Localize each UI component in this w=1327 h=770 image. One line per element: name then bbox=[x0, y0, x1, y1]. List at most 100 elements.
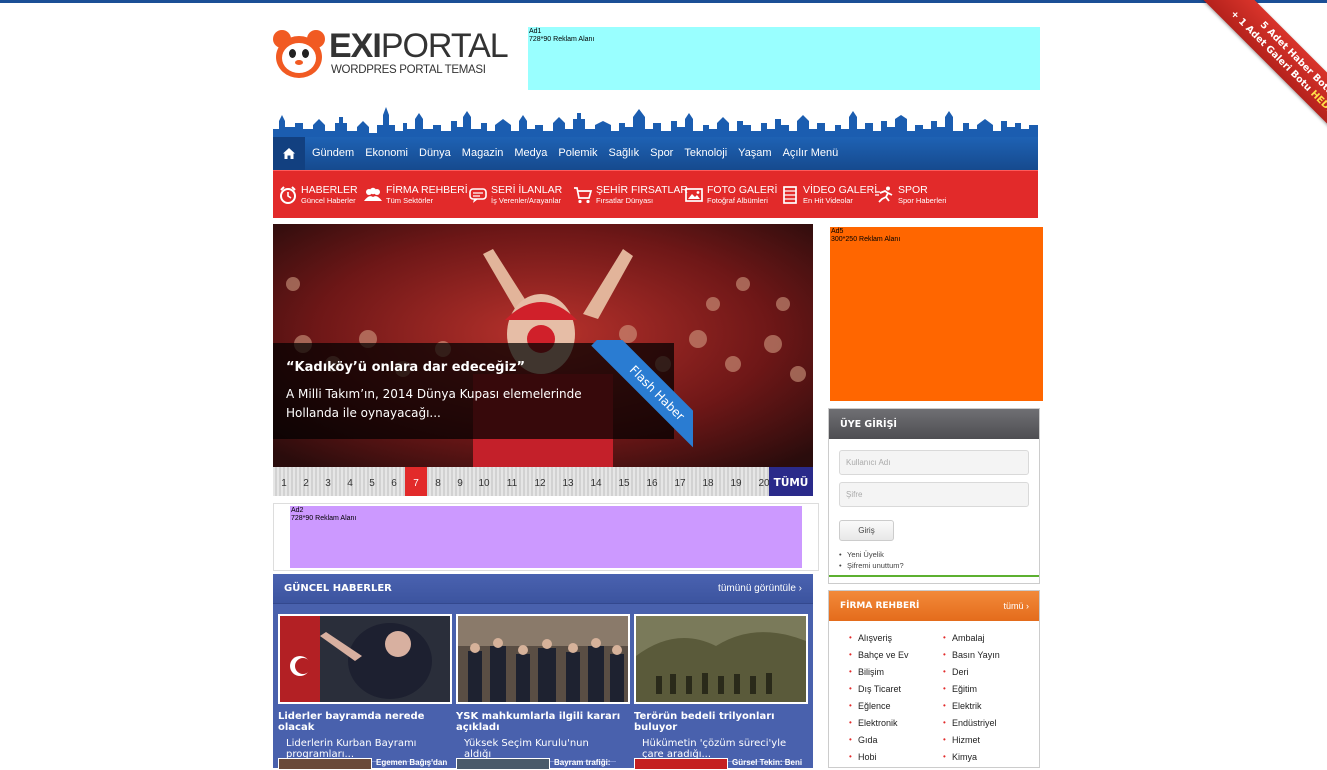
category-title: FİRMA REHBERİ bbox=[386, 184, 468, 196]
register-link[interactable]: Yeni Üyelik bbox=[839, 550, 884, 559]
category-seri-ilanlar[interactable]: SERİ İLANLAR İş Verenler/Arayanlar bbox=[468, 171, 562, 219]
login-button[interactable]: Giriş bbox=[839, 520, 894, 541]
category-spor[interactable]: SPOR Spor Haberleri bbox=[875, 171, 946, 219]
category-sub: Spor Haberleri bbox=[898, 196, 947, 205]
page-13[interactable]: 13 bbox=[557, 467, 579, 496]
nav-item-gundem[interactable]: Gündem bbox=[312, 137, 354, 170]
page-16[interactable]: 16 bbox=[641, 467, 663, 496]
directory-item[interactable]: Eğlence bbox=[849, 701, 890, 711]
directory-item[interactable]: Elektronik bbox=[849, 718, 897, 728]
page-17[interactable]: 17 bbox=[669, 467, 691, 496]
mini-news-item[interactable]: Egemen Bağış'dan bbox=[278, 758, 452, 770]
directory-item[interactable]: Gıda bbox=[849, 735, 877, 745]
page-4[interactable]: 4 bbox=[339, 467, 361, 496]
category-title: SERİ İLANLAR bbox=[491, 184, 563, 196]
page-14[interactable]: 14 bbox=[585, 467, 607, 496]
nav-item-acilir-menu[interactable]: Açılır Menü bbox=[783, 137, 839, 170]
page-3[interactable]: 3 bbox=[317, 467, 339, 496]
directory-item[interactable]: Bahçe ve Ev bbox=[849, 650, 908, 660]
news-card-title: Terörün bedeli trilyonları buluyor bbox=[634, 711, 775, 733]
promo-ribbon-band: 5 Adet Haber Botu + 1 Adet Galeri Botu H… bbox=[1201, 0, 1327, 154]
news-card[interactable]: Terörün bedeli trilyonları buluyor Hüküm… bbox=[634, 614, 808, 762]
nav-menu: Gündem Ekonomi Dünya Magazin Medya Polem… bbox=[312, 137, 849, 170]
news-card[interactable]: YSK mahkumlarla ilgili kararı açıkladı Y… bbox=[456, 614, 630, 762]
ad-name: Ad5 bbox=[831, 228, 844, 235]
main-navigation: Gündem Ekonomi Dünya Magazin Medya Polem… bbox=[273, 137, 1038, 170]
all-slides-button[interactable]: TÜMÜ bbox=[769, 467, 813, 496]
category-title: FOTO GALERİ bbox=[707, 184, 778, 196]
promo-corner-ribbon[interactable]: 5 Adet Haber Botu + 1 Adet Galeri Botu H… bbox=[1167, 0, 1327, 160]
photo-icon bbox=[685, 188, 703, 202]
category-video-galeri[interactable]: VİDEO GALERİ En Hit Videolar bbox=[780, 171, 877, 219]
directory-item[interactable]: Ambalaj bbox=[943, 633, 984, 643]
page-5[interactable]: 5 bbox=[361, 467, 383, 496]
directory-item[interactable]: Dış Ticaret bbox=[849, 684, 901, 694]
nav-item-dunya[interactable]: Dünya bbox=[419, 137, 451, 170]
mini-news-image bbox=[278, 758, 372, 770]
page-2[interactable]: 2 bbox=[295, 467, 317, 496]
mini-news-title: Bayram trafiği: bbox=[554, 758, 611, 767]
news-card[interactable]: Liderler bayramda nerede olacak Liderler… bbox=[278, 614, 452, 762]
home-button[interactable] bbox=[273, 137, 305, 170]
speech-bubble-icon bbox=[469, 188, 487, 203]
nav-item-polemik[interactable]: Polemik bbox=[558, 137, 597, 170]
flash-haber-ribbon: Flash Haber bbox=[573, 340, 693, 460]
nav-item-medya[interactable]: Medya bbox=[514, 137, 547, 170]
password-input[interactable]: Şifre bbox=[839, 482, 1029, 507]
ad-banner-middle[interactable]: Ad2 728*90 Reklam Alanı bbox=[290, 506, 802, 568]
category-sehir-firsatlar[interactable]: ŞEHİR FIRSATLAR Fırsatlar Dünyası bbox=[573, 171, 688, 219]
mini-news-item[interactable]: Gürsel Tekin: Beni bbox=[634, 758, 808, 770]
page-9[interactable]: 9 bbox=[449, 467, 471, 496]
ad-banner-side[interactable]: Ad5 300*250 Reklam Alanı bbox=[830, 227, 1043, 401]
category-sub: Fırsatlar Dünyası bbox=[596, 196, 654, 205]
directory-item[interactable]: Hizmet bbox=[943, 735, 980, 745]
flash-haber-label: Flash Haber bbox=[591, 340, 693, 459]
nav-item-magazin[interactable]: Magazin bbox=[462, 137, 504, 170]
category-haberler[interactable]: HABERLER Güncel Haberler bbox=[278, 171, 358, 219]
page-15[interactable]: 15 bbox=[613, 467, 635, 496]
mini-news-item[interactable]: Bayram trafiği: bbox=[456, 758, 630, 770]
directory-item[interactable]: Elektrik bbox=[943, 701, 981, 711]
page-6[interactable]: 6 bbox=[383, 467, 405, 496]
forgot-password-link[interactable]: Şifremi unuttum? bbox=[839, 561, 904, 570]
page-10[interactable]: 10 bbox=[473, 467, 495, 496]
nav-item-teknoloji[interactable]: Teknoloji bbox=[684, 137, 727, 170]
nav-item-ekonomi[interactable]: Ekonomi bbox=[365, 137, 408, 170]
category-firma-rehberi[interactable]: FİRMA REHBERİ Tüm Sektörler bbox=[363, 171, 468, 219]
directory-item[interactable]: Hobi bbox=[849, 752, 876, 762]
mini-news-image bbox=[456, 758, 550, 770]
directory-item[interactable]: Kimya bbox=[943, 752, 977, 762]
directory-all-link[interactable]: tümü › bbox=[1003, 601, 1029, 611]
runner-icon bbox=[875, 186, 893, 203]
page-7-active[interactable]: 7 bbox=[405, 467, 427, 496]
username-input[interactable]: Kullanıcı Adı bbox=[839, 450, 1029, 475]
ad-banner-top[interactable]: Ad1 728*90 Reklam Alanı bbox=[528, 27, 1040, 90]
alarm-clock-icon bbox=[280, 186, 296, 204]
news-header: GÜNCEL HABERLER tümünü görüntüle › bbox=[273, 574, 813, 604]
category-title: VİDEO GALERİ bbox=[803, 184, 878, 196]
directory-item[interactable]: Eğitim bbox=[943, 684, 977, 694]
home-icon bbox=[283, 148, 295, 159]
directory-item[interactable]: Alışveriş bbox=[849, 633, 892, 643]
view-all-news-link[interactable]: tümünü görüntüle › bbox=[718, 583, 802, 594]
page-8[interactable]: 8 bbox=[427, 467, 449, 496]
logo-title: EXIPORTAL bbox=[329, 27, 509, 65]
page-11[interactable]: 11 bbox=[501, 467, 523, 496]
page-1[interactable]: 1 bbox=[273, 467, 295, 496]
category-bar: HABERLER Güncel Haberler FİRMA REHBERİ Tüm… bbox=[273, 170, 1038, 218]
headline-slider[interactable]: “Kadıköy’ü onlara dar edeceğiz” A Milli … bbox=[273, 224, 813, 467]
nav-item-yasam[interactable]: Yaşam bbox=[738, 137, 771, 170]
page-18[interactable]: 18 bbox=[697, 467, 719, 496]
directory-item[interactable]: Bilişim bbox=[849, 667, 884, 677]
directory-item[interactable]: Deri bbox=[943, 667, 968, 677]
category-foto-galeri[interactable]: FOTO GALERİ Fotoğraf Albümleri bbox=[684, 171, 777, 219]
nav-item-spor[interactable]: Spor bbox=[650, 137, 673, 170]
page-19[interactable]: 19 bbox=[725, 467, 747, 496]
directory-item[interactable]: Endüstriyel bbox=[943, 718, 996, 728]
film-icon bbox=[783, 186, 797, 204]
directory-item[interactable]: Basın Yayın bbox=[943, 650, 1000, 660]
site-logo[interactable]: EXIPORTAL WORDPRES PORTAL TEMASI bbox=[273, 28, 509, 84]
news-card-image bbox=[278, 614, 452, 704]
nav-item-saglik[interactable]: Sağlık bbox=[609, 137, 640, 170]
page-12[interactable]: 12 bbox=[529, 467, 551, 496]
